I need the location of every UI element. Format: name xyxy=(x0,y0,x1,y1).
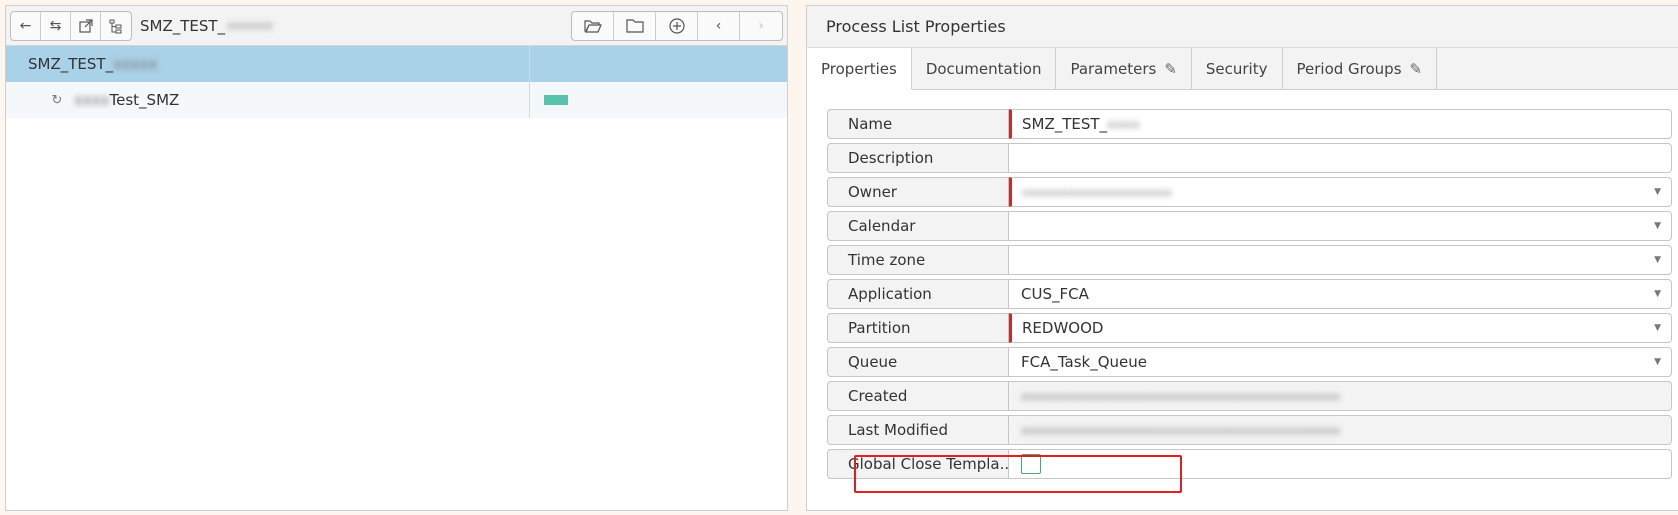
field-value: FCA_Task_Queue xyxy=(1021,353,1148,371)
dropdown-caret-icon: ▼ xyxy=(1654,323,1661,333)
path-redacted-text: xxxxxxx xyxy=(227,19,273,32)
tree-item-label: Test_SMZ xyxy=(109,91,180,109)
time-zone-select[interactable]: ▼ xyxy=(1009,245,1672,275)
swap-icon[interactable]: ⇆ xyxy=(41,11,71,40)
field-label: Queue xyxy=(827,347,1009,377)
process-tree-panel: ← ⇆ SMZ_TEST_ xxxxxxx ‹ › SMZ_TEST_ xxxx… xyxy=(5,5,788,511)
tree-row-name: ↻ xxxx Test_SMZ xyxy=(6,82,530,118)
name-input[interactable]: SMZ_TEST_ xxxxx xyxy=(1009,109,1672,139)
field-value: REDWOOD xyxy=(1022,319,1104,337)
tree-toolbar: ← ⇆ SMZ_TEST_ xxxxxxx ‹ › xyxy=(6,6,787,46)
field-label: Owner xyxy=(827,177,1009,207)
created-value: xxxxxxxxxxxxxxxxxxxxxxxxxxxxxxxxxxxxxxxx… xyxy=(1009,381,1672,411)
field-value: CUS_FCA xyxy=(1021,285,1089,303)
field-label: Description xyxy=(827,143,1009,173)
chevron-right-icon[interactable]: › xyxy=(740,12,782,40)
field-label: Partition xyxy=(827,313,1009,343)
tab-parameters[interactable]: Parameters ✎ xyxy=(1056,48,1192,89)
tab-label: Security xyxy=(1205,59,1268,78)
description-input[interactable] xyxy=(1009,143,1672,173)
dropdown-caret-icon: ▼ xyxy=(1654,187,1661,197)
tree-action-button-group: ‹ › xyxy=(571,10,783,41)
tab-properties[interactable]: Properties xyxy=(807,48,912,90)
tab-label: Properties xyxy=(821,59,897,78)
properties-form: Name SMZ_TEST_ xxxxx Description Owner x… xyxy=(827,109,1672,493)
tree-row[interactable]: ↻ xxxx Test_SMZ xyxy=(6,82,787,118)
status-indicator xyxy=(544,95,568,105)
folder-icon[interactable] xyxy=(614,11,656,40)
tree-view-icon[interactable] xyxy=(101,12,131,40)
field-partition: Partition REDWOOD ▼ xyxy=(827,313,1672,343)
recurrence-icon: ↻ xyxy=(51,92,63,108)
calendar-select[interactable]: ▼ xyxy=(1009,211,1672,241)
dropdown-caret-icon: ▼ xyxy=(1654,357,1661,367)
field-label: Time zone xyxy=(827,245,1009,275)
field-label: Global Close Templa... xyxy=(827,449,1009,479)
panel-title: Process List Properties xyxy=(807,6,1678,48)
last-modified-value: xxxxxxxxxxxxxxxxxxxxxxxxxxxxxxxxxxxxxxxx… xyxy=(1009,415,1672,445)
dropdown-caret-icon: ▼ xyxy=(1654,221,1661,231)
back-arrow-icon[interactable]: ← xyxy=(11,11,41,40)
field-time-zone: Time zone ▼ xyxy=(827,245,1672,275)
tree-row-status xyxy=(530,46,787,82)
tab-label: Documentation xyxy=(925,59,1042,78)
tab-label: Period Groups xyxy=(1296,59,1402,78)
field-value: SMZ_TEST_ xyxy=(1022,115,1108,133)
field-label: Calendar xyxy=(827,211,1009,241)
tree-item-redacted-prefix: xxxx xyxy=(74,91,110,109)
application-select[interactable]: CUS_FCA ▼ xyxy=(1009,279,1672,309)
current-path: SMZ_TEST_ xxxxxxx xyxy=(140,17,273,35)
field-owner: Owner xxxxxxxxxxxxxxxxxxxxxxx ▼ xyxy=(827,177,1672,207)
partition-select[interactable]: REDWOOD ▼ xyxy=(1009,313,1672,343)
field-calendar: Calendar ▼ xyxy=(827,211,1672,241)
field-description: Description xyxy=(827,143,1672,173)
tree-item-label: SMZ_TEST_ xyxy=(28,55,114,73)
properties-panel: Process List Properties Properties Docum… xyxy=(806,5,1678,511)
queue-select[interactable]: FCA_Task_Queue ▼ xyxy=(1009,347,1672,377)
field-queue: Queue FCA_Task_Queue ▼ xyxy=(827,347,1672,377)
field-redacted-text: xxxxx xyxy=(1107,117,1140,131)
dropdown-caret-icon: ▼ xyxy=(1654,289,1661,299)
navigation-button-group: ← ⇆ xyxy=(10,10,132,41)
field-label: Name xyxy=(827,109,1009,139)
tab-security[interactable]: Security xyxy=(1192,48,1283,89)
pencil-icon: ✎ xyxy=(1164,59,1177,78)
tab-period-groups[interactable]: Period Groups ✎ xyxy=(1283,48,1438,89)
dropdown-caret-icon: ▼ xyxy=(1654,255,1661,265)
tree-row-name: SMZ_TEST_ xxxxx xyxy=(6,46,530,82)
path-title: SMZ_TEST_ xyxy=(140,16,226,35)
global-close-template-checkbox[interactable] xyxy=(1021,454,1041,474)
tab-label: Parameters xyxy=(1070,59,1157,78)
owner-select[interactable]: xxxxxxxxxxxxxxxxxxxxxxx ▼ xyxy=(1009,177,1672,207)
properties-tabs: Properties Documentation Parameters ✎ Sec… xyxy=(807,48,1678,90)
tab-documentation[interactable]: Documentation xyxy=(912,48,1057,89)
pencil-icon: ✎ xyxy=(1409,59,1423,78)
field-label: Last Modified xyxy=(827,415,1009,445)
folder-open-icon[interactable] xyxy=(572,11,614,40)
field-created: Created xxxxxxxxxxxxxxxxxxxxxxxxxxxxxxxx… xyxy=(827,381,1672,411)
add-circle-icon[interactable] xyxy=(656,11,698,40)
field-redacted-text: xxxxxxxxxxxxxxxxxxxxxxx xyxy=(1022,185,1172,199)
chevron-left-icon[interactable]: ‹ xyxy=(698,11,740,40)
tree-row-selected[interactable]: SMZ_TEST_ xxxxx xyxy=(6,46,787,82)
tree-row-status xyxy=(530,82,787,118)
field-last-modified: Last Modified xxxxxxxxxxxxxxxxxxxxxxxxxx… xyxy=(827,415,1672,445)
field-label: Created xyxy=(827,381,1009,411)
global-close-template-field xyxy=(1009,449,1672,479)
open-external-icon[interactable] xyxy=(71,11,101,40)
field-redacted-text: xxxxxxxxxxxxxxxxxxxxxxxxxxxxxxxxxxxxxxxx… xyxy=(1021,389,1340,403)
tree-item-redacted-text: xxxxx xyxy=(113,55,158,73)
field-redacted-text: xxxxxxxxxxxxxxxxxxxxxxxxxxxxxxxxxxxxxxxx… xyxy=(1021,423,1340,437)
field-name: Name SMZ_TEST_ xxxxx xyxy=(827,109,1672,139)
field-application: Application CUS_FCA ▼ xyxy=(827,279,1672,309)
field-global-close-template: Global Close Templa... xyxy=(827,449,1672,479)
field-label: Application xyxy=(827,279,1009,309)
